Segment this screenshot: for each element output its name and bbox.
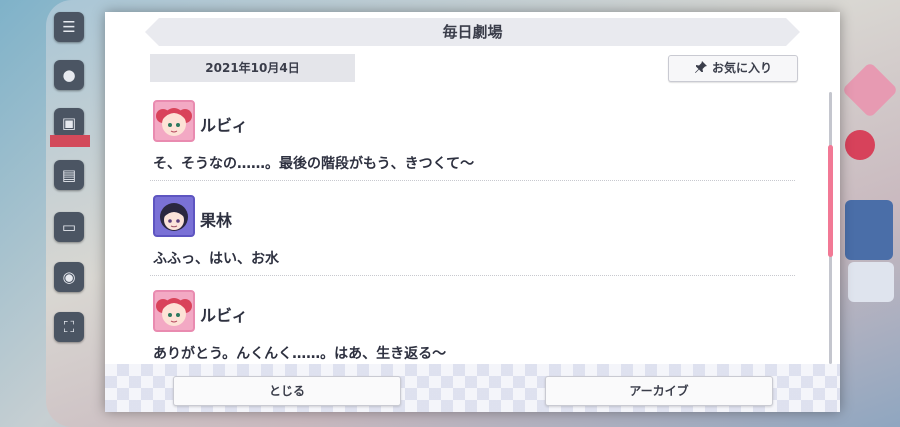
speaker-name: 果林 [200, 211, 233, 230]
pin-icon [694, 61, 707, 73]
dialogue-entry: 果林 ふふっ、はい、お水 [150, 192, 820, 287]
ruby-avatar [153, 290, 195, 332]
daily-theater-modal: 毎日劇場 2021年10月4日 お気に入り ルビィ そ、そうなの……。最後の階段 [105, 12, 840, 412]
decor-shape [848, 262, 894, 302]
date-label: 2021年10月4日 [150, 54, 355, 82]
scrollbar-thumb[interactable] [828, 145, 833, 257]
ruby-avatar [153, 100, 195, 142]
badge-icon[interactable]: ◉ [54, 262, 84, 292]
dialogue-entry: ルビィ そ、そうなの……。最後の階段がもう、きつくて〜 [150, 97, 820, 192]
divider [150, 275, 795, 276]
chat-icon[interactable]: ● [54, 60, 84, 90]
decor-shape [845, 130, 875, 160]
gift-icon[interactable]: ▤ [54, 160, 84, 190]
expand-icon[interactable]: ⛶ [54, 312, 84, 342]
present-icon[interactable]: ▣ [54, 108, 84, 138]
title-bar: 毎日劇場 [145, 18, 800, 46]
speaker-name: ルビィ [200, 116, 248, 135]
speaker-name: ルビィ [200, 306, 248, 325]
side-badge [50, 135, 90, 147]
close-button[interactable]: とじる [173, 376, 401, 406]
archive-button[interactable]: アーカイブ [545, 376, 773, 406]
dialogue-line: ふふっ、はい、お水 [153, 251, 279, 267]
modal-title: 毎日劇場 [442, 23, 503, 41]
favorite-button[interactable]: お気に入り [668, 55, 798, 82]
dialogue-entry: ルビィ ありがとう。んくんく……。はあ、生き返る〜 [150, 287, 820, 367]
decor-shape [845, 200, 893, 260]
favorite-label: お気に入り [711, 61, 772, 75]
dialogue-line: そ、そうなの……。最後の階段がもう、きつくて〜 [153, 156, 475, 172]
divider [150, 180, 795, 181]
camera-icon[interactable]: ▭ [54, 212, 84, 242]
menu-icon[interactable]: ☰ [54, 12, 84, 42]
dialogue-line: ありがとう。んくんく……。はあ、生き返る〜 [153, 346, 447, 362]
dialogue-list[interactable]: ルビィ そ、そうなの……。最後の階段がもう、きつくて〜 果林 ふふっ、はい、お水 [150, 97, 820, 367]
karin-avatar [153, 195, 195, 237]
